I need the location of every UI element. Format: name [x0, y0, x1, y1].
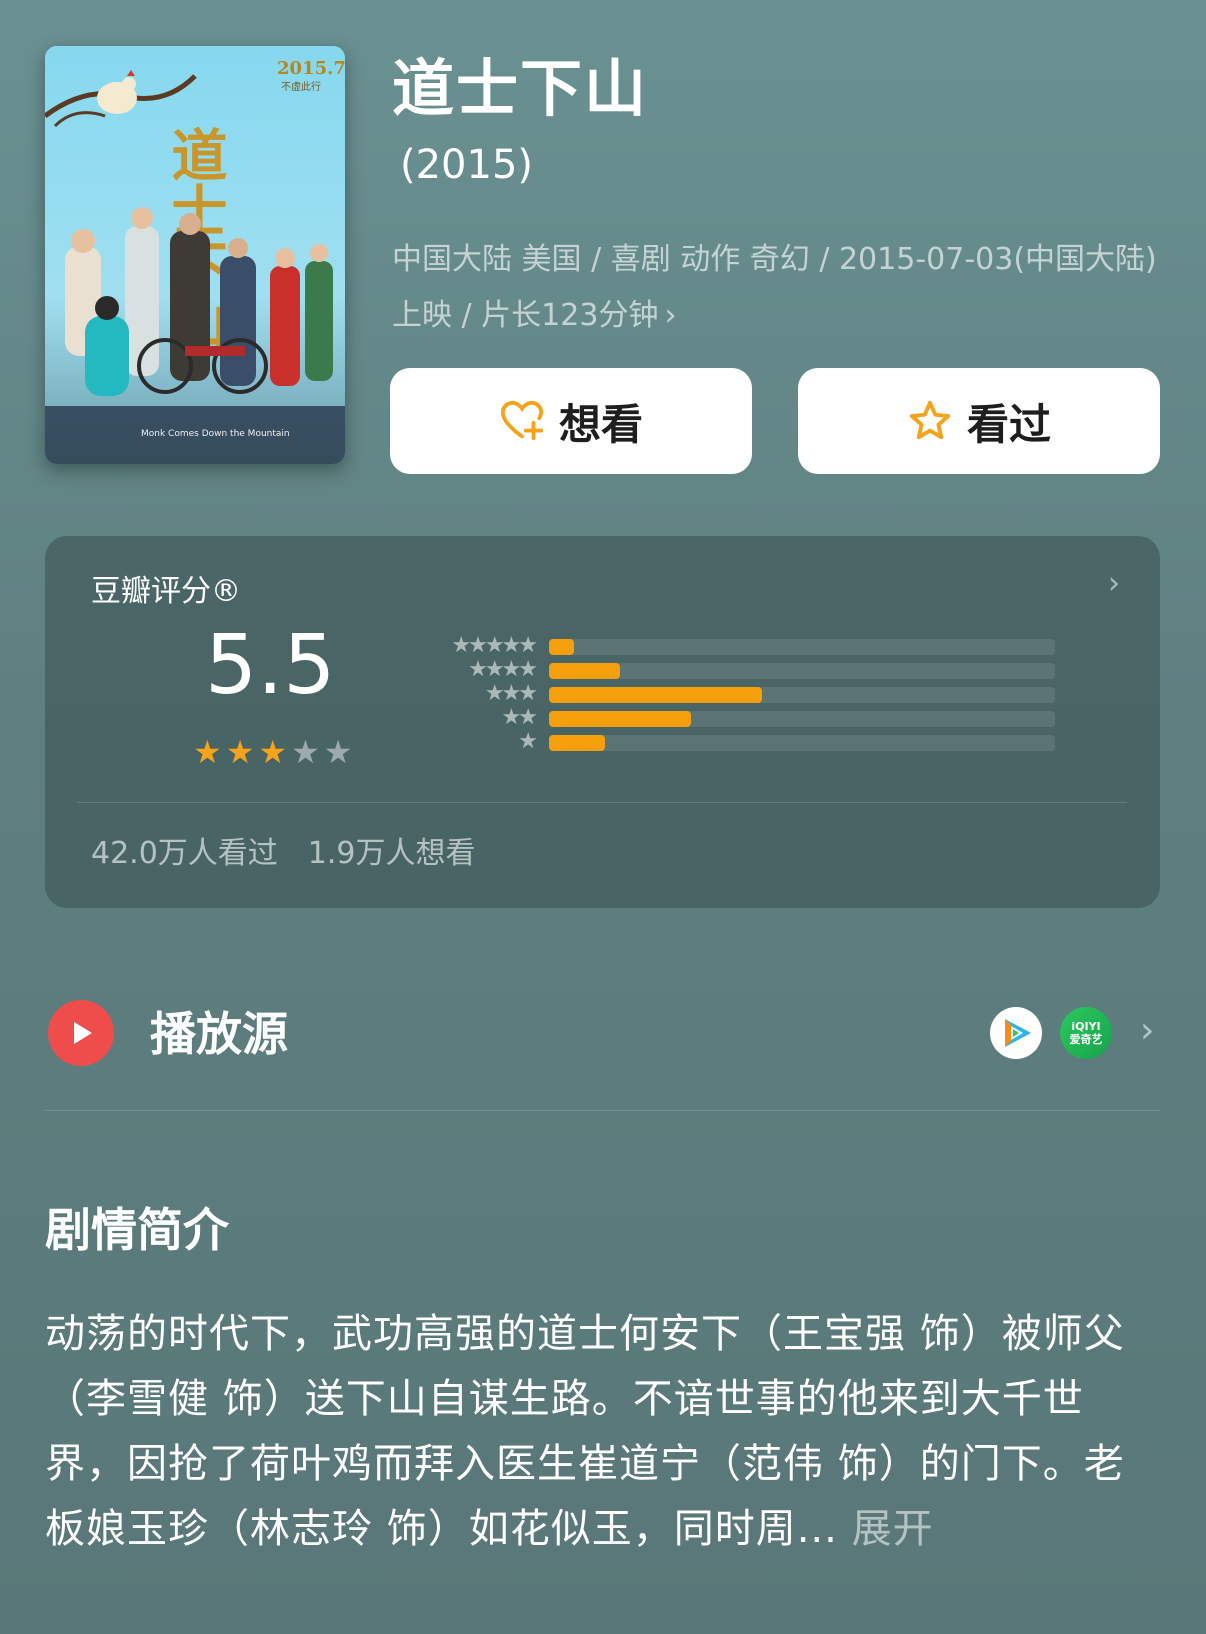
- synopsis-body: 动荡的时代下，武功高强的道士何安下（王宝强 饰）被师父（李雪健 饰）送下山自谋生…: [45, 1311, 1125, 1552]
- movie-title: 道士下山: [392, 52, 649, 125]
- distribution-stars: ★: [518, 729, 538, 754]
- star-filled-icon: ★: [193, 733, 222, 771]
- distribution-bar-track: [549, 639, 1055, 655]
- iqiyi-icon[interactable]: iQIYI 爱奇艺: [1060, 1007, 1112, 1059]
- want-to-watch-label: 想看: [558, 399, 643, 449]
- movie-meta[interactable]: 中国大陆 美国 / 喜剧 动作 奇幻 / 2015-07-03(中国大陆) 上映…: [392, 232, 1162, 344]
- play-source-label[interactable]: 播放源: [150, 1004, 288, 1064]
- rating-distribution-row: ★: [383, 729, 1063, 756]
- want-to-watch-button[interactable]: 想看: [390, 368, 752, 474]
- chevron-right-icon[interactable]: ›: [1140, 1010, 1154, 1051]
- iqiyi-logo-line2: 爱奇艺: [1069, 1033, 1103, 1046]
- heart-plus-icon: [500, 400, 544, 441]
- rating-distribution: ★★★★★ ★★★★ ★★★ ★★ ★: [383, 633, 1063, 756]
- watched-label: 看过: [966, 399, 1051, 449]
- distribution-bar-fill: [549, 663, 620, 679]
- expand-link[interactable]: 展开: [852, 1506, 934, 1552]
- distribution-bar-fill: [549, 687, 762, 703]
- rating-distribution-row: ★★★: [383, 681, 1063, 708]
- distribution-stars: ★★★: [484, 681, 538, 706]
- distribution-bar-fill: [549, 711, 691, 727]
- synopsis-text: 动荡的时代下，武功高强的道士何安下（王宝强 饰）被师父（李雪健 饰）送下山自谋生…: [45, 1302, 1165, 1562]
- poster-subtitle-text: 不虚此行: [281, 80, 321, 93]
- iqiyi-logo-line1: iQIYI: [1071, 1020, 1101, 1033]
- movie-year: (2015): [400, 142, 534, 188]
- movie-poster[interactable]: 道士下山 2015.7.3 不虚此行 Monk Comes: [45, 46, 345, 464]
- chevron-right-icon: ›: [1108, 566, 1120, 601]
- card-divider: [77, 802, 1127, 803]
- distribution-stars: ★★: [501, 705, 538, 730]
- synopsis-title: 剧情简介: [45, 1203, 229, 1257]
- rating-stars: ★ ★ ★ ★ ★: [193, 736, 352, 768]
- wanted-count: 1.9万人想看: [307, 836, 476, 871]
- star-empty-icon: ★: [291, 733, 320, 771]
- poster-en-text: Monk Comes Down the Mountain: [141, 429, 290, 439]
- rating-score: 5.5: [205, 618, 336, 713]
- rating-title: 豆瓣评分®: [91, 574, 241, 609]
- rating-distribution-row: ★★: [383, 705, 1063, 732]
- movie-meta-text: 中国大陆 美国 / 喜剧 动作 奇幻 / 2015-07-03(中国大陆) 上映…: [392, 242, 1157, 333]
- distribution-stars: ★★★★★: [451, 633, 538, 658]
- distribution-bar-fill: [549, 639, 575, 655]
- tencent-video-icon[interactable]: [990, 1007, 1042, 1059]
- distribution-bar-track: [549, 663, 1055, 679]
- play-icon[interactable]: [48, 1000, 114, 1066]
- rating-card[interactable]: 豆瓣评分® › 5.5 ★ ★ ★ ★ ★ ★★★★★ ★★★★ ★★★ ★★ ★ 42.0万人…: [45, 536, 1160, 908]
- star-filled-icon: ★: [225, 733, 255, 771]
- star-outline-icon: [909, 400, 951, 440]
- star-filled-icon: ★: [258, 733, 288, 771]
- section-divider: [45, 1110, 1160, 1111]
- distribution-bar-track: [549, 735, 1055, 751]
- distribution-bar-fill: [549, 735, 605, 751]
- rating-stats: 42.0万人看过 1.9万人想看: [91, 828, 476, 872]
- watched-count: 42.0万人看过: [91, 836, 278, 871]
- distribution-bar-track: [549, 687, 1055, 703]
- distribution-bar-track: [549, 711, 1055, 727]
- watched-button[interactable]: 看过: [798, 368, 1160, 474]
- distribution-stars: ★★★★: [468, 657, 538, 682]
- star-empty-icon: ★: [323, 733, 353, 771]
- poster-date-text: 2015.7.3: [277, 58, 345, 79]
- chevron-right-icon: ›: [664, 298, 677, 333]
